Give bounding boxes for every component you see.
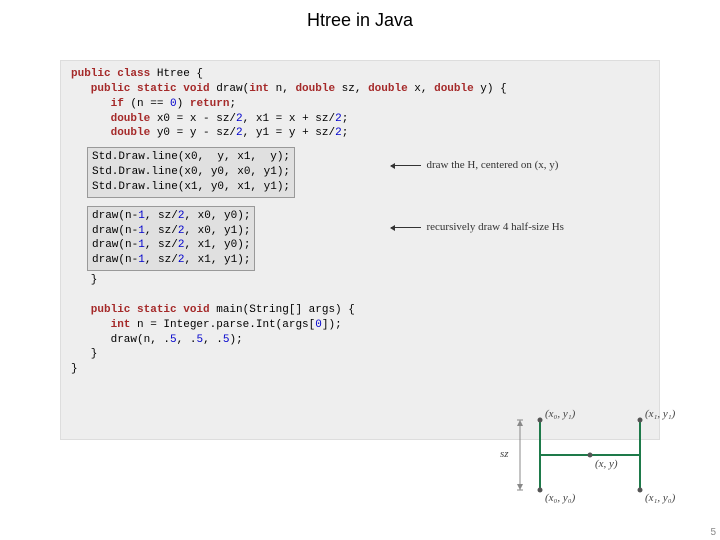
- t: Std.Draw.line(x1, y0, x1, y1);: [92, 181, 290, 193]
- h-diagram: sz (x₀, y₁) (x₁, y₁) (x, y) (x₀, y₀) (x₁…: [490, 400, 690, 510]
- kw: public static void: [71, 83, 210, 95]
- num: 1: [138, 254, 145, 266]
- t: main(String[] args) {: [210, 304, 355, 316]
- t: draw(n-: [92, 254, 138, 266]
- t: ): [177, 98, 190, 110]
- num: 0: [315, 319, 322, 331]
- t: n = Integer.parse.Int(args[: [130, 319, 315, 331]
- t: }: [71, 363, 78, 375]
- kw: public class: [71, 68, 150, 80]
- t: , sz/: [145, 254, 178, 266]
- page-number: 5: [710, 527, 716, 538]
- hl-code: Std.Draw.line(x0, y, x1, y); Std.Draw.li…: [92, 150, 290, 195]
- t: , x1 = x + sz/: [243, 113, 335, 125]
- t: x0 = x - sz/: [150, 113, 236, 125]
- t: ;: [229, 98, 236, 110]
- t: , .: [203, 334, 223, 346]
- t: }: [71, 348, 97, 360]
- page-title: Htree in Java: [0, 0, 720, 31]
- code-panel: public class Htree { public static void …: [60, 60, 660, 440]
- kw: return: [190, 98, 230, 110]
- highlight-draw-h: Std.Draw.line(x0, y, x1, y); Std.Draw.li…: [87, 147, 295, 198]
- kw: double: [434, 83, 474, 95]
- t: , x1, y1);: [184, 254, 250, 266]
- num: 2: [335, 127, 342, 139]
- code-block: public class Htree { public static void …: [61, 61, 659, 147]
- code-block2: } public static void main(String[] args)…: [61, 271, 659, 383]
- t: , x0, y0);: [184, 210, 250, 222]
- t: draw(n, .: [71, 334, 170, 346]
- t: ;: [342, 127, 349, 139]
- t: , x1, y0);: [184, 239, 250, 251]
- t: , sz/: [145, 239, 178, 251]
- t: , y1 = y + sz/: [243, 127, 335, 139]
- t: y0 = y - sz/: [150, 127, 236, 139]
- t: draw(n-: [92, 239, 138, 251]
- t: draw(n-: [92, 210, 138, 222]
- kw: double: [368, 83, 408, 95]
- kw: int: [71, 319, 130, 331]
- kw: public static void: [71, 304, 210, 316]
- kw: if: [71, 98, 124, 110]
- label-x1y0: (x₁, y₀): [645, 492, 675, 504]
- t: , sz/: [145, 210, 178, 222]
- kw: double: [71, 113, 150, 125]
- t: , sz/: [145, 225, 178, 237]
- num: 1: [138, 239, 145, 251]
- hl-code: draw(n-1, sz/2, x0, y0); draw(n-1, sz/2,…: [92, 209, 250, 268]
- t: , .: [177, 334, 197, 346]
- t: Htree {: [150, 68, 203, 80]
- highlight-recurse: draw(n-1, sz/2, x0, y0); draw(n-1, sz/2,…: [87, 206, 255, 271]
- t: n,: [269, 83, 295, 95]
- label-x1y1: (x₁, y₁): [645, 408, 675, 420]
- t: draw(n-: [92, 225, 138, 237]
- kw: double: [295, 83, 335, 95]
- num: 5: [170, 334, 177, 346]
- t: ]);: [322, 319, 342, 331]
- t: y) {: [474, 83, 507, 95]
- label-x0y1: (x₀, y₁): [545, 408, 575, 420]
- label-x0y0: (x₀, y₀): [545, 492, 575, 504]
- t: draw(: [210, 83, 250, 95]
- num: 0: [170, 98, 177, 110]
- t: );: [229, 334, 242, 346]
- label-xy: (x, y): [595, 458, 618, 470]
- t: }: [71, 274, 97, 286]
- kw: double: [71, 127, 150, 139]
- t: x,: [408, 83, 434, 95]
- num: 2: [335, 113, 342, 125]
- annotation-recurse: recursively draw 4 half-size Hs: [391, 221, 564, 233]
- kw: int: [249, 83, 269, 95]
- num: 2: [236, 127, 243, 139]
- t: (n ==: [124, 98, 170, 110]
- annotation-draw-h: draw the H, centered on (x, y): [391, 159, 558, 171]
- arrow-left-icon: [391, 227, 421, 228]
- annot-text: draw the H, centered on (x, y): [427, 159, 559, 171]
- t: Std.Draw.line(x0, y, x1, y);: [92, 151, 290, 163]
- arrow-left-icon: [391, 165, 421, 166]
- annot-text: recursively draw 4 half-size Hs: [427, 221, 564, 233]
- t: , x0, y1);: [184, 225, 250, 237]
- label-sz: sz: [500, 448, 509, 460]
- t: ;: [342, 113, 349, 125]
- num: 1: [138, 210, 145, 222]
- t: Std.Draw.line(x0, y0, x0, y1);: [92, 166, 290, 178]
- t: sz,: [335, 83, 368, 95]
- num: 1: [138, 225, 145, 237]
- num: 2: [236, 113, 243, 125]
